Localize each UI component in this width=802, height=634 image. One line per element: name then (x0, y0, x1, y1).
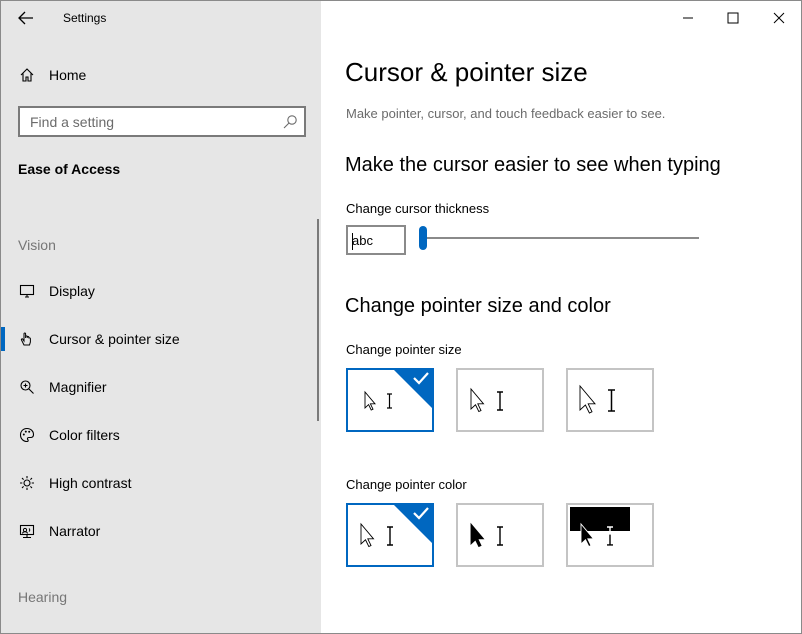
sidebar-item-color-filters[interactable]: Color filters (1, 415, 321, 455)
monitor-icon (18, 282, 36, 300)
sidebar-item-magnifier[interactable]: Magnifier (1, 367, 321, 407)
sidebar-item-home[interactable]: Home (1, 55, 321, 95)
page-subtitle: Make pointer, cursor, and touch feedback… (346, 106, 666, 121)
sun-icon (18, 474, 36, 492)
sidebar-item-label: Home (49, 67, 87, 83)
pointer-arrow-icon (579, 384, 596, 414)
page-title: Cursor & pointer size (345, 57, 588, 87)
sidebar-item-label: Narrator (49, 523, 101, 539)
pointer-size-option-1[interactable] (346, 368, 434, 432)
back-button[interactable] (15, 9, 37, 27)
cursor-thickness-label: Change cursor thickness (346, 201, 490, 216)
pointer-arrow-icon (580, 522, 595, 548)
sidebar-item-display[interactable]: Display (1, 271, 321, 311)
palette-icon (18, 426, 36, 444)
cursor-thickness-slider-track[interactable] (419, 237, 699, 239)
maximize-icon (727, 12, 739, 24)
checkmark-icon (413, 507, 429, 520)
section-title: Ease of Access (18, 161, 121, 177)
content-pane: Cursor & pointer size Make pointer, curs… (321, 1, 801, 633)
search-placeholder: Find a setting (30, 114, 115, 130)
sidebar-item-narrator[interactable]: Narrator (1, 511, 321, 551)
narrator-icon (18, 522, 36, 540)
section-heading-pointer: Change pointer size and color (345, 295, 611, 317)
home-icon (18, 66, 36, 84)
sidebar-item-label: Color filters (49, 427, 120, 443)
pointer-color-option-white[interactable] (346, 503, 434, 567)
pointer-size-option-3[interactable] (566, 368, 654, 432)
pointer-size-label: Change pointer size (346, 342, 462, 357)
settings-window: Settings Home Find a setting Ease of Acc… (0, 0, 802, 634)
minimize-button[interactable] (665, 6, 711, 30)
pointer-color-option-black[interactable] (456, 503, 544, 567)
selection-indicator (1, 327, 5, 351)
pointer-color-label: Change pointer color (346, 477, 467, 492)
search-input[interactable]: Find a setting (18, 106, 306, 137)
back-arrow-icon (18, 11, 33, 25)
pointer-arrow-icon (470, 522, 485, 548)
sidebar-scrollbar[interactable] (317, 219, 319, 421)
text-beam-icon (497, 526, 503, 546)
cursor-thickness-preview: abc (346, 225, 406, 255)
text-beam-icon (387, 526, 393, 546)
section-heading-cursor: Make the cursor easier to see when typin… (345, 154, 721, 176)
pointer-arrow-icon (364, 390, 376, 411)
sidebar-item-label: Magnifier (49, 379, 107, 395)
close-button[interactable] (756, 6, 801, 30)
minimize-icon (683, 17, 693, 19)
window-title: Settings (63, 11, 107, 25)
pointer-arrow-icon (470, 387, 485, 413)
pointer-size-option-2[interactable] (456, 368, 544, 432)
maximize-button[interactable] (710, 6, 756, 30)
text-beam-icon (497, 391, 503, 411)
sidebar-item-label: Display (49, 283, 95, 299)
pointer-arrow-icon (360, 522, 375, 548)
group-label-hearing: Hearing (18, 589, 68, 605)
text-cursor-preview (352, 233, 353, 250)
magnifier-icon (18, 378, 36, 396)
cursor-thickness-slider-thumb[interactable] (419, 226, 427, 250)
pointer-hand-icon (18, 330, 36, 348)
pointer-color-option-inverted[interactable] (566, 503, 654, 567)
group-label-vision: Vision (18, 237, 56, 253)
text-beam-icon (608, 389, 615, 412)
close-icon (773, 12, 785, 24)
sidebar-item-label: High contrast (49, 475, 132, 491)
sidebar: Settings Home Find a setting Ease of Acc… (1, 1, 321, 633)
sidebar-item-cursor-pointer-size[interactable]: Cursor & pointer size (1, 319, 321, 359)
text-beam-icon (387, 393, 392, 409)
preview-text: abc (352, 233, 373, 248)
checkmark-icon (413, 372, 429, 385)
search-icon (283, 115, 297, 129)
sidebar-item-label: Cursor & pointer size (49, 331, 180, 347)
sidebar-item-high-contrast[interactable]: High contrast (1, 463, 321, 503)
